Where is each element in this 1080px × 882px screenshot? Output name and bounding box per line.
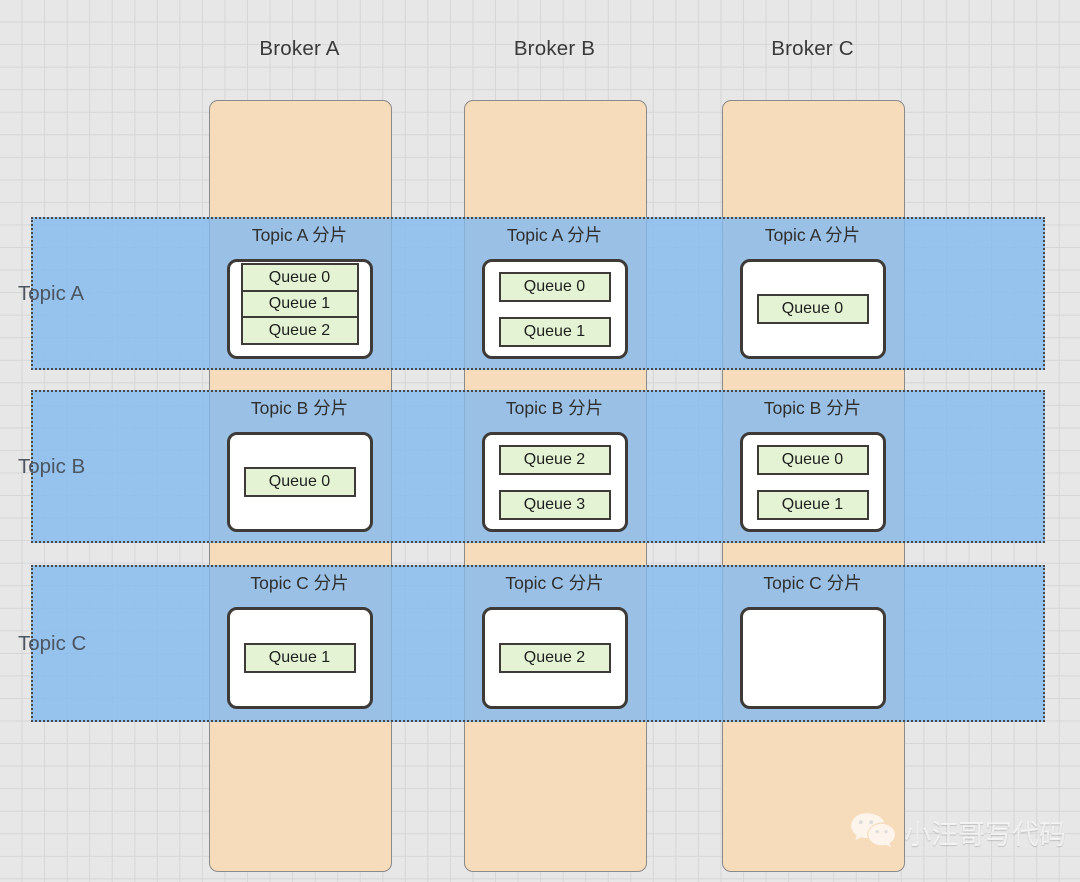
shard-container[interactable]: Queue 1 bbox=[226, 607, 373, 709]
shard-cell: Topic A 分片 Queue 0 Queue 1 Queue 2 bbox=[209, 217, 390, 370]
shard-container[interactable]: Queue 2 bbox=[481, 607, 628, 709]
queue-item[interactable]: Queue 1 bbox=[756, 489, 869, 520]
shard-title: Topic A 分片 bbox=[506, 225, 603, 245]
broker-caption-b: Broker B bbox=[513, 37, 596, 60]
queue-item[interactable]: Queue 1 bbox=[240, 289, 359, 319]
broker-caption-a: Broker A bbox=[259, 37, 340, 60]
shard-container[interactable]: Queue 0 Queue 1 bbox=[481, 259, 628, 359]
queue-item[interactable]: Queue 2 bbox=[498, 444, 611, 475]
queue-item[interactable]: Queue 0 bbox=[498, 271, 611, 302]
shard-container[interactable]: Queue 0 bbox=[739, 259, 886, 359]
topic-label-b: Topic B bbox=[18, 454, 86, 478]
queue-item[interactable]: Queue 0 bbox=[756, 294, 869, 324]
shard-cell: Topic A 分片 Queue 0 bbox=[722, 217, 903, 370]
queue-item[interactable]: Queue 2 bbox=[240, 316, 359, 346]
shard-title: Topic C 分片 bbox=[763, 573, 862, 593]
shard-container[interactable]: Queue 0 Queue 1 bbox=[739, 432, 886, 532]
shard-title: Topic B 分片 bbox=[250, 398, 349, 418]
queue-item[interactable]: Queue 0 bbox=[756, 444, 869, 475]
queue-item[interactable]: Queue 0 bbox=[240, 263, 359, 292]
shard-container[interactable]: Queue 2 Queue 3 bbox=[481, 432, 628, 532]
shard-cell: Topic C 分片 bbox=[722, 565, 903, 722]
shard-title: Topic A 分片 bbox=[251, 225, 348, 245]
queue-item[interactable]: Queue 1 bbox=[243, 643, 356, 673]
queue-stack: Queue 0 Queue 1 Queue 2 bbox=[240, 263, 359, 346]
broker-caption-c: Broker C bbox=[771, 37, 854, 60]
shard-cell: Topic B 分片 Queue 0 bbox=[209, 390, 390, 543]
shard-title: Topic B 分片 bbox=[763, 398, 862, 418]
topic-label-c: Topic C bbox=[18, 631, 87, 655]
queue-item[interactable]: Queue 0 bbox=[243, 467, 356, 497]
topic-label-a: Topic A bbox=[18, 281, 85, 305]
shard-cell: Topic B 分片 Queue 2 Queue 3 bbox=[464, 390, 645, 543]
shard-title: Topic C 分片 bbox=[250, 573, 349, 593]
shard-title: Topic C 分片 bbox=[505, 573, 604, 593]
shard-cell: Topic C 分片 Queue 1 bbox=[209, 565, 390, 722]
shard-title: Topic B 分片 bbox=[505, 398, 604, 418]
queue-item[interactable]: Queue 3 bbox=[498, 489, 611, 520]
shard-container[interactable]: Queue 0 bbox=[226, 432, 373, 532]
shard-container[interactable] bbox=[739, 607, 886, 709]
queue-item[interactable]: Queue 2 bbox=[498, 643, 611, 673]
shard-cell: Topic C 分片 Queue 2 bbox=[464, 565, 645, 722]
shard-cell: Topic A 分片 Queue 0 Queue 1 bbox=[464, 217, 645, 370]
shard-cell: Topic B 分片 Queue 0 Queue 1 bbox=[722, 390, 903, 543]
queue-item[interactable]: Queue 1 bbox=[498, 316, 611, 347]
shard-title: Topic A 分片 bbox=[764, 225, 861, 245]
